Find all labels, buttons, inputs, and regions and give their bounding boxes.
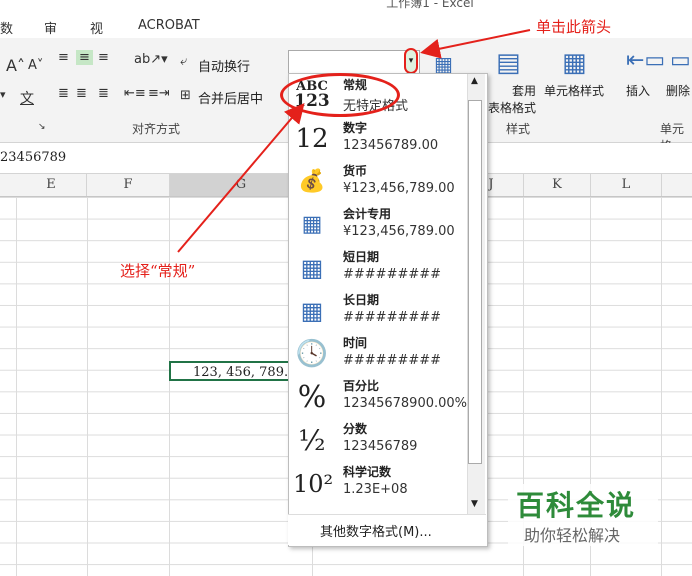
arrow-to-dropdown xyxy=(420,29,531,59)
watermark: 百科全说 助你轻松解决 xyxy=(508,484,658,546)
watermark-title: 百科全说 xyxy=(516,489,637,522)
watermark-subtitle: 助你轻松解决 xyxy=(524,526,621,545)
arrow-to-general xyxy=(177,102,305,253)
